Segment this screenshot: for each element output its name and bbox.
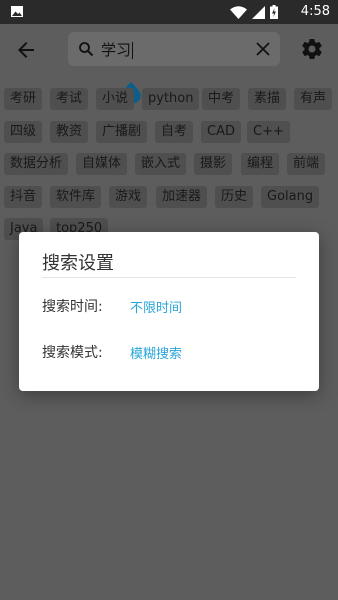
wifi-icon [230,5,247,19]
tag-chip[interactable]: 摄影 [194,153,233,175]
search-field[interactable]: 学习 [68,32,280,66]
tag-chip[interactable]: python [142,88,200,110]
clear-icon[interactable] [256,42,270,56]
search-time-label: 搜索时间: [42,299,103,315]
tag-chip[interactable]: 加速器 [156,186,208,208]
search-settings-dialog: 搜索设置 搜索时间: 不限时间 搜索模式: 模糊搜索 [19,232,319,391]
tag-chip[interactable]: 四级 [4,121,43,143]
tag-chip[interactable]: 游戏 [109,186,148,208]
text-cursor [132,42,134,59]
clock: 4:58 [300,4,330,19]
tag-chip[interactable]: 教资 [50,121,89,143]
app-bar: 学习 [0,24,338,104]
tag-chip[interactable]: 软件库 [50,186,102,208]
tag-chip[interactable]: 考试 [50,88,89,110]
tag-chip[interactable]: Golang [261,186,320,208]
status-bar: 4:58 [0,0,338,24]
tag-chip[interactable]: 素描 [248,88,287,110]
search-mode-label: 搜索模式: [42,345,103,361]
tag-chip[interactable]: 前端 [287,153,326,175]
search-mode-option[interactable]: 模糊搜索 [130,343,182,362]
tag-chip[interactable]: 嵌入式 [135,153,187,175]
tag-chip[interactable]: C++ [247,121,290,143]
search-icon [79,42,94,57]
gear-icon[interactable] [300,37,324,61]
search-time-option[interactable]: 不限时间 [130,297,182,316]
tag-chip[interactable]: 编程 [241,153,280,175]
tag-chip[interactable]: 抖音 [4,186,43,208]
battery-charging-icon [270,5,278,19]
tag-chip[interactable]: 有声 [294,88,333,110]
tag-chip[interactable]: 广播剧 [96,121,148,143]
tag-chip[interactable]: 自考 [155,121,194,143]
tag-chip[interactable]: 数据分析 [4,153,69,175]
tag-chip[interactable]: 历史 [215,186,254,208]
tag-chip[interactable]: 中考 [202,88,241,110]
signal-icon [252,5,265,19]
tag-chip[interactable]: CAD [201,121,241,143]
tag-chip[interactable]: 自媒体 [76,153,128,175]
tag-chip[interactable]: 小说 [96,88,135,110]
back-arrow-icon[interactable] [14,38,38,62]
dialog-title: 搜索设置 [42,253,114,274]
search-input[interactable]: 学习 [101,39,134,60]
divider [42,277,296,278]
tag-chip[interactable]: 考研 [4,88,43,110]
image-notification-icon [11,6,23,17]
